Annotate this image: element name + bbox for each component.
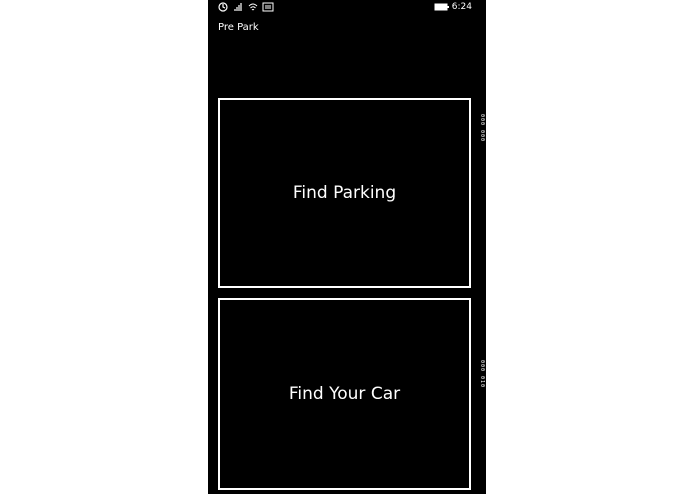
edge-label-bottom: 000 010 bbox=[479, 360, 485, 389]
phone-screen: 6:24 Pre Park Find Parking 000 000 Find … bbox=[208, 0, 486, 494]
find-your-car-button[interactable]: Find Your Car bbox=[218, 298, 471, 490]
wifi-icon bbox=[248, 2, 258, 15]
signal-icon bbox=[234, 2, 244, 15]
message-icon bbox=[262, 2, 274, 15]
edge-label-top: 000 000 bbox=[479, 114, 485, 143]
find-parking-label: Find Parking bbox=[292, 183, 397, 203]
battery-icon bbox=[434, 2, 450, 15]
status-bar: 6:24 bbox=[208, 0, 486, 16]
find-your-car-label: Find Your Car bbox=[288, 384, 401, 404]
status-time: 6:24 bbox=[451, 2, 472, 12]
sync-icon bbox=[218, 2, 228, 15]
app-title: Pre Park bbox=[218, 22, 259, 33]
find-parking-button[interactable]: Find Parking bbox=[218, 98, 471, 288]
